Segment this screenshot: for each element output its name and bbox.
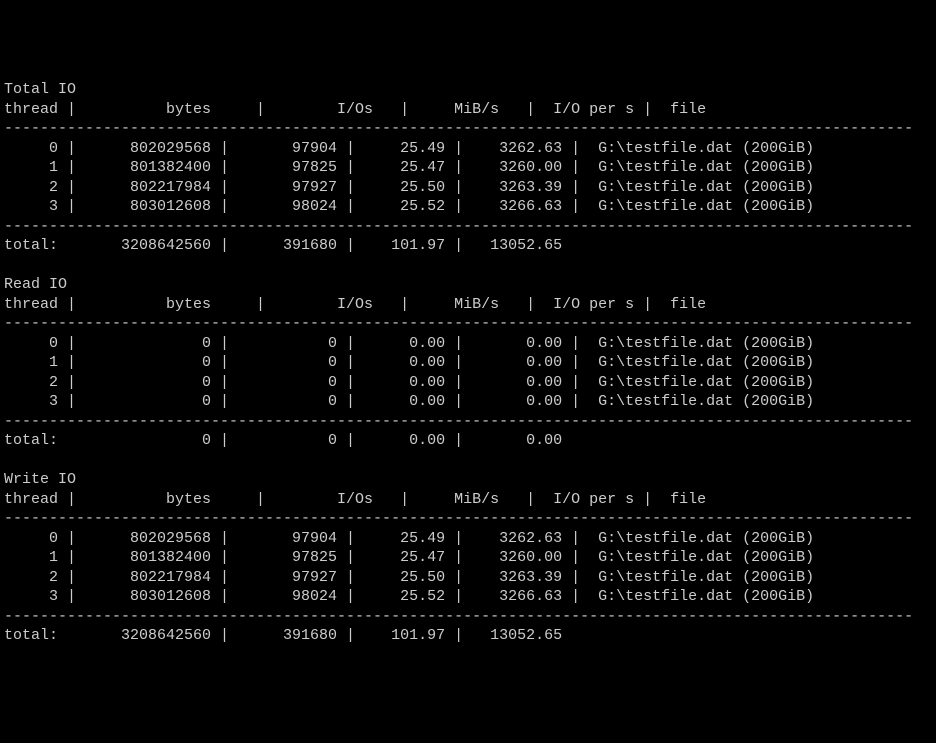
- table-row: 1 | 0 | 0 | 0.00 | 0.00 | G:\testfile.da…: [4, 354, 814, 371]
- table-row: 2 | 0 | 0 | 0.00 | 0.00 | G:\testfile.da…: [4, 374, 814, 391]
- header-line: thread | bytes | I/Os | MiB/s | I/O per …: [4, 101, 706, 118]
- terminal-output: Total IO thread | bytes | I/Os | MiB/s |…: [4, 80, 936, 646]
- table-row: 2 | 802217984 | 97927 | 25.50 | 3263.39 …: [4, 179, 814, 196]
- total-line: total: 3208642560 | 391680 | 101.97 | 13…: [4, 627, 562, 644]
- section-title: Write IO: [4, 471, 76, 488]
- table-row: 3 | 803012608 | 98024 | 25.52 | 3266.63 …: [4, 588, 814, 605]
- table-row: 0 | 802029568 | 97904 | 25.49 | 3262.63 …: [4, 140, 814, 157]
- separator-line: ----------------------------------------…: [4, 510, 913, 527]
- header-line: thread | bytes | I/Os | MiB/s | I/O per …: [4, 296, 706, 313]
- separator-line: ----------------------------------------…: [4, 608, 913, 625]
- table-row: 1 | 801382400 | 97825 | 25.47 | 3260.00 …: [4, 549, 814, 566]
- section-title: Total IO: [4, 81, 76, 98]
- total-line: total: 3208642560 | 391680 | 101.97 | 13…: [4, 237, 562, 254]
- section-title: Read IO: [4, 276, 67, 293]
- table-row: 1 | 801382400 | 97825 | 25.47 | 3260.00 …: [4, 159, 814, 176]
- header-line: thread | bytes | I/Os | MiB/s | I/O per …: [4, 491, 706, 508]
- table-row: 0 | 802029568 | 97904 | 25.49 | 3262.63 …: [4, 530, 814, 547]
- total-line: total: 0 | 0 | 0.00 | 0.00: [4, 432, 562, 449]
- table-row: 3 | 803012608 | 98024 | 25.52 | 3266.63 …: [4, 198, 814, 215]
- separator-line: ----------------------------------------…: [4, 413, 913, 430]
- separator-line: ----------------------------------------…: [4, 120, 913, 137]
- table-row: 2 | 802217984 | 97927 | 25.50 | 3263.39 …: [4, 569, 814, 586]
- separator-line: ----------------------------------------…: [4, 315, 913, 332]
- table-row: 3 | 0 | 0 | 0.00 | 0.00 | G:\testfile.da…: [4, 393, 814, 410]
- table-row: 0 | 0 | 0 | 0.00 | 0.00 | G:\testfile.da…: [4, 335, 814, 352]
- separator-line: ----------------------------------------…: [4, 218, 913, 235]
